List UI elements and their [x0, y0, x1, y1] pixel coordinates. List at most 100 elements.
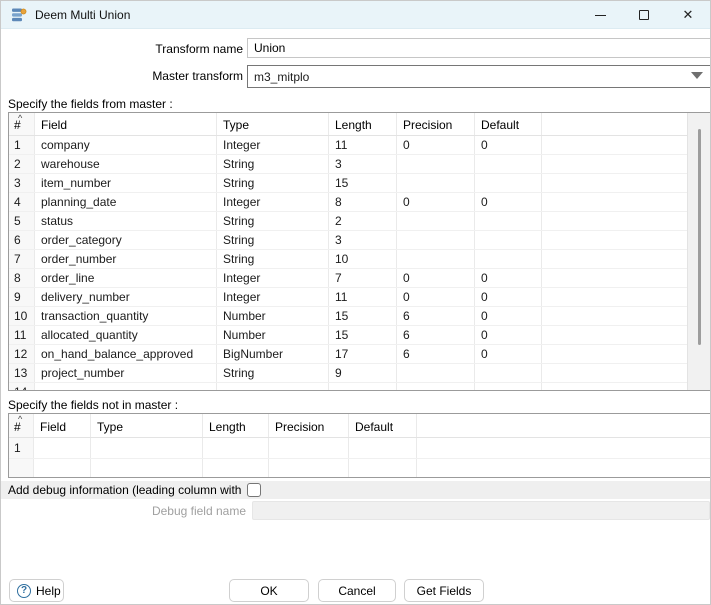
cell-row-number[interactable]: 12 [9, 345, 35, 363]
cell-default[interactable] [475, 383, 542, 391]
table-row[interactable]: 6order_categoryString3 [9, 231, 710, 250]
vertical-scrollbar[interactable] [687, 113, 710, 390]
cell-type[interactable]: String [217, 250, 329, 268]
cell-default[interactable]: 0 [475, 326, 542, 344]
cell-field[interactable]: on_hand_balance_approved [35, 345, 217, 363]
chevron-down-icon[interactable] [691, 72, 703, 79]
cell-precision[interactable]: 0 [397, 136, 475, 154]
ok-button[interactable]: OK [229, 579, 309, 602]
table-row[interactable]: 10transaction_quantityNumber1560 [9, 307, 710, 326]
cell-row-number[interactable]: 7 [9, 250, 35, 268]
cell-default[interactable] [475, 155, 542, 173]
cell-default[interactable]: 0 [475, 193, 542, 211]
cell-type[interactable]: String [217, 212, 329, 230]
cell-precision[interactable] [397, 212, 475, 230]
add-debug-checkbox[interactable] [247, 483, 261, 497]
cell-precision[interactable]: 0 [397, 193, 475, 211]
cell-length[interactable]: 8 [329, 193, 397, 211]
cancel-button[interactable]: Cancel [318, 579, 396, 602]
cell-type[interactable]: String [217, 231, 329, 249]
close-button[interactable]: ✕ [666, 1, 710, 29]
cell-field[interactable]: warehouse [35, 155, 217, 173]
cell-length[interactable]: 3 [329, 155, 397, 173]
cell-default[interactable] [475, 364, 542, 382]
cell-field[interactable]: project_number [35, 364, 217, 382]
table-row[interactable]: 5statusString2 [9, 212, 710, 231]
column-header-default[interactable]: Default [475, 113, 542, 135]
table-row[interactable]: 12on_hand_balance_approvedBigNumber1760 [9, 345, 710, 364]
master-transform-combo[interactable]: m3_mitplo [247, 65, 711, 88]
cell-length[interactable]: 15 [329, 307, 397, 325]
cell-default[interactable]: 0 [475, 345, 542, 363]
cell-length[interactable]: 11 [329, 288, 397, 306]
cell-row-number[interactable]: 1 [9, 438, 34, 458]
cell-precision[interactable] [269, 438, 349, 458]
minimize-button[interactable] [578, 1, 622, 29]
cell-field[interactable]: allocated_quantity [35, 326, 217, 344]
cell-default[interactable] [475, 212, 542, 230]
column-header-type[interactable]: Type [91, 414, 203, 437]
table-row[interactable]: 13project_numberString9 [9, 364, 710, 383]
debug-field-name-input[interactable] [252, 501, 710, 520]
cell-field[interactable]: status [35, 212, 217, 230]
cell-precision[interactable] [397, 383, 475, 391]
cell-length[interactable]: 3 [329, 231, 397, 249]
cell-precision[interactable] [397, 231, 475, 249]
cell-field[interactable]: item_number [35, 174, 217, 192]
cell-precision[interactable] [397, 364, 475, 382]
cell-field[interactable]: planning_date [35, 193, 217, 211]
cell-length[interactable]: 17 [329, 345, 397, 363]
table-row[interactable]: 11allocated_quantityNumber1560 [9, 326, 710, 345]
cell-row-number[interactable]: 10 [9, 307, 35, 325]
cell-type[interactable] [91, 438, 203, 458]
cell-length[interactable]: 15 [329, 174, 397, 192]
cell-type[interactable]: String [217, 155, 329, 173]
column-header-default[interactable]: Default [349, 414, 417, 437]
cell-precision[interactable]: 6 [397, 326, 475, 344]
column-header-length[interactable]: Length [203, 414, 269, 437]
cell-field[interactable]: delivery_number [35, 288, 217, 306]
cell-row-number[interactable]: 3 [9, 174, 35, 192]
cell-field[interactable]: order_number [35, 250, 217, 268]
cell-default[interactable] [349, 438, 417, 458]
cell-default[interactable] [475, 174, 542, 192]
column-header-type[interactable]: Type [217, 113, 329, 135]
cell-type[interactable]: BigNumber [217, 345, 329, 363]
cell-type[interactable]: Integer [217, 288, 329, 306]
cell-type[interactable]: Integer [217, 269, 329, 287]
cell-length[interactable]: 10 [329, 250, 397, 268]
column-header-precision[interactable]: Precision [397, 113, 475, 135]
table-row[interactable]: 8order_lineInteger700 [9, 269, 710, 288]
table-row[interactable]: 9delivery_numberInteger1100 [9, 288, 710, 307]
cell-row-number[interactable]: 14 [9, 383, 35, 391]
cell-field[interactable]: transaction_quantity [35, 307, 217, 325]
cell-length[interactable]: 9 [329, 364, 397, 382]
cell-precision[interactable]: 6 [397, 307, 475, 325]
cell-default[interactable] [475, 250, 542, 268]
cell-precision[interactable]: 0 [397, 288, 475, 306]
cell-precision[interactable] [397, 250, 475, 268]
cell-default[interactable]: 0 [475, 269, 542, 287]
cell-type[interactable]: String [217, 364, 329, 382]
scrollbar-thumb[interactable] [698, 129, 701, 345]
column-header-field[interactable]: Field [34, 414, 91, 437]
cell-row-number[interactable]: 1 [9, 136, 35, 154]
cell-row-number[interactable]: 4 [9, 193, 35, 211]
cell-type[interactable]: Number [217, 307, 329, 325]
cell-field[interactable]: order_line [35, 269, 217, 287]
column-header-field[interactable]: Field [35, 113, 217, 135]
table-row[interactable]: 1companyInteger1100 [9, 136, 710, 155]
cell-precision[interactable] [397, 174, 475, 192]
cell-default[interactable] [475, 231, 542, 249]
cell-row-number[interactable]: 11 [9, 326, 35, 344]
cell-length[interactable] [203, 438, 269, 458]
cell-length[interactable] [329, 383, 397, 391]
cell-length[interactable]: 2 [329, 212, 397, 230]
cell-length[interactable]: 15 [329, 326, 397, 344]
get-fields-button[interactable]: Get Fields [404, 579, 484, 602]
cell-precision[interactable]: 6 [397, 345, 475, 363]
cell-default[interactable]: 0 [475, 136, 542, 154]
cell-field[interactable] [34, 438, 91, 458]
cell-row-number[interactable]: 8 [9, 269, 35, 287]
table-row[interactable]: 3item_numberString15 [9, 174, 710, 193]
